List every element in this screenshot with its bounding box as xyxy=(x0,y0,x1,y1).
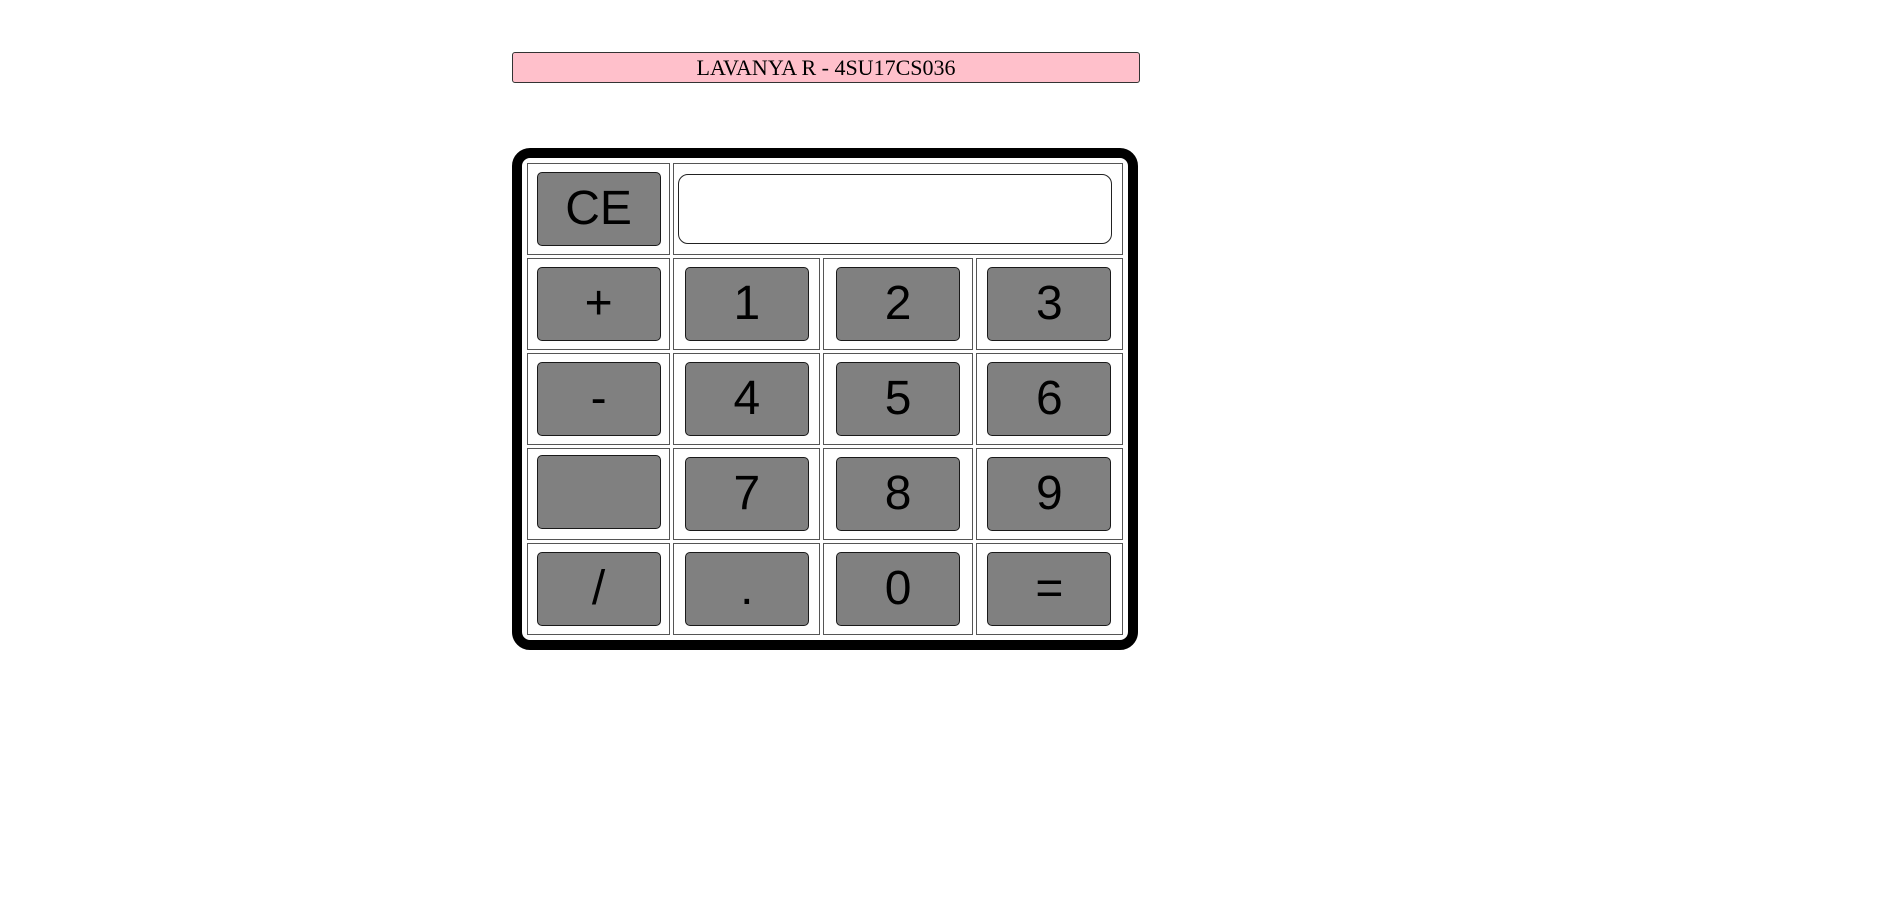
plus-button[interactable]: + xyxy=(536,267,661,341)
calculator-cell: 7 xyxy=(673,448,821,540)
digit-6-button[interactable]: 6 xyxy=(987,362,1112,436)
calculator-cell: 3 xyxy=(975,258,1123,350)
calculator-cell: = xyxy=(975,543,1123,635)
calculator-cell: 4 xyxy=(673,353,821,445)
calculator-cell: 1 xyxy=(673,258,821,350)
minus-button[interactable]: - xyxy=(536,362,661,436)
digit-4-button[interactable]: 4 xyxy=(684,362,809,436)
calculator-cell: 0 xyxy=(823,543,973,635)
digit-0-button[interactable]: 0 xyxy=(836,552,961,626)
calculator-cell: 5 xyxy=(823,353,973,445)
calculator-cell: 6 xyxy=(975,353,1123,445)
calculator-cell: - xyxy=(527,353,671,445)
divide-button[interactable]: / xyxy=(536,552,661,626)
calculator-cell: . xyxy=(673,543,821,635)
calculator-cell: CE xyxy=(527,163,671,255)
calculator-cell: 2 xyxy=(823,258,973,350)
page-title: LAVANYA R - 4SU17CS036 xyxy=(512,52,1140,83)
calculator-row: - 4 5 6 xyxy=(527,353,1123,445)
digit-5-button[interactable]: 5 xyxy=(836,362,961,436)
equals-button[interactable]: = xyxy=(987,552,1112,626)
calculator-grid: CE + 1 2 3 - 4 5 6 7 8 9 / . 0 = xyxy=(524,160,1126,638)
display-cell xyxy=(673,163,1123,255)
digit-7-button[interactable]: 7 xyxy=(684,457,809,531)
calculator-row: 7 8 9 xyxy=(527,448,1123,540)
calculator-cell: 9 xyxy=(975,448,1123,540)
calculator-cell xyxy=(527,448,671,540)
digit-9-button[interactable]: 9 xyxy=(987,457,1112,531)
calculator: CE + 1 2 3 - 4 5 6 7 8 9 / . 0 = xyxy=(512,148,1138,650)
digit-1-button[interactable]: 1 xyxy=(684,267,809,341)
calculator-row: + 1 2 3 xyxy=(527,258,1123,350)
digit-8-button[interactable]: 8 xyxy=(836,457,961,531)
calculator-row: / . 0 = xyxy=(527,543,1123,635)
calculator-row: CE xyxy=(527,163,1123,255)
display-input[interactable] xyxy=(678,174,1113,244)
calculator-cell: + xyxy=(527,258,671,350)
blank-button[interactable] xyxy=(536,455,661,529)
decimal-point-button[interactable]: . xyxy=(684,552,809,626)
digit-3-button[interactable]: 3 xyxy=(987,267,1112,341)
calculator-cell: 8 xyxy=(823,448,973,540)
digit-2-button[interactable]: 2 xyxy=(836,267,961,341)
calculator-cell: / xyxy=(527,543,671,635)
clear-button[interactable]: CE xyxy=(536,172,661,246)
